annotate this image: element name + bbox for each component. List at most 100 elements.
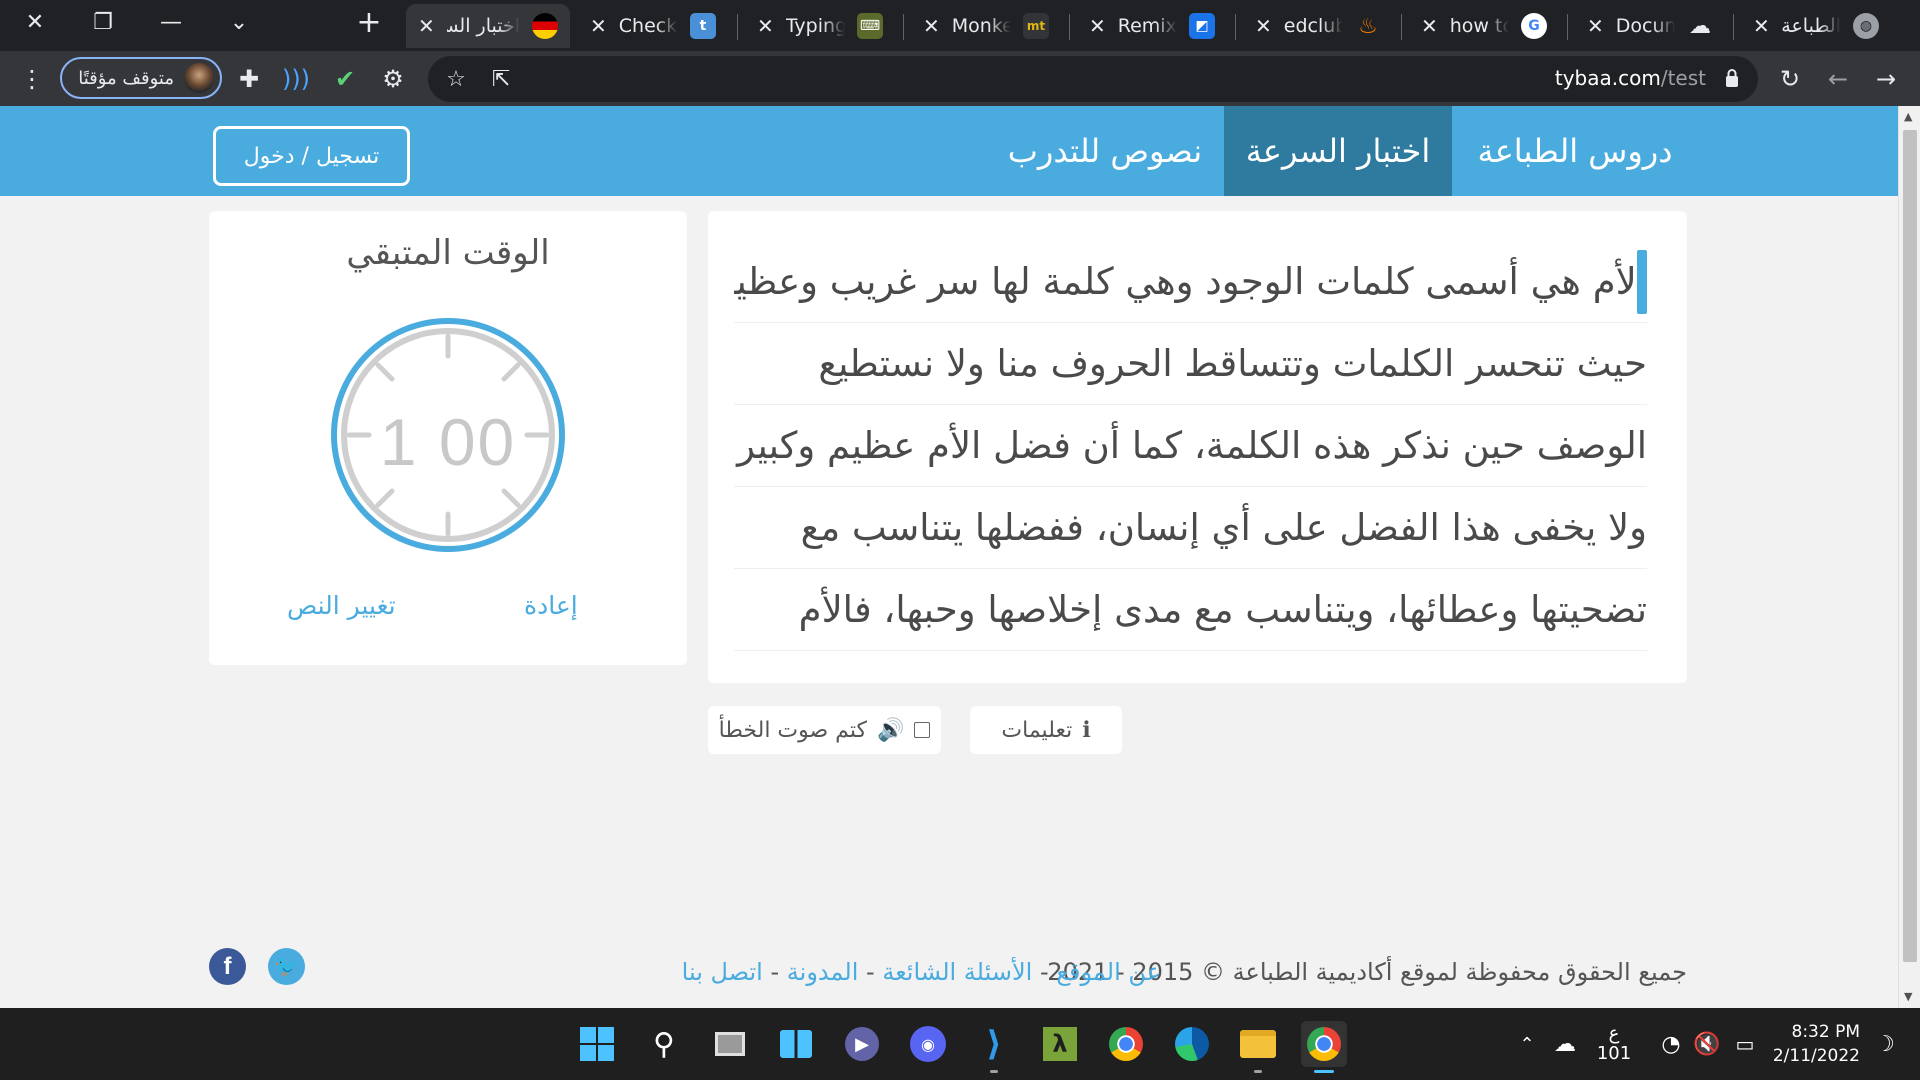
clock-time: 8:32 PM (1791, 1022, 1861, 1042)
tab-documentation[interactable]: ✕ Documen ☁ (1575, 4, 1725, 48)
google-icon: G (1521, 13, 1547, 39)
twitter-icon[interactable]: 🐦 (268, 948, 305, 985)
windows-taskbar: ⚲ ▶ ◉ ⟩ λ ⌃ ☁ ع 101 ◔ 🔇 ▭ 8:32 PM 2/11/2… (0, 1008, 1920, 1080)
address-bar[interactable]: ☆ ⇱ tybaa.com/test (428, 56, 1758, 102)
page-scrollbar[interactable]: ▲ ▼ (1898, 106, 1920, 1008)
extension-settings-button[interactable]: ⚙ (373, 59, 413, 99)
german-flag-icon (532, 13, 558, 39)
tab-typing-test[interactable]: ✕ اختبار الس (406, 4, 570, 48)
footer-link-contact[interactable]: اتصل بنا (682, 958, 763, 986)
tab-separator (1567, 14, 1568, 40)
discord-button[interactable]: ◉ (905, 1021, 951, 1067)
site-navbar: دروس الطباعة اختبار السرعة نصوص للتدرب ت… (0, 106, 1898, 196)
globe-icon: ◍ (1853, 13, 1879, 39)
restart-link[interactable]: إعادة (524, 591, 578, 620)
nav-typing-lessons[interactable]: دروس الطباعة (1452, 106, 1698, 196)
mute-label: كتم صوت الخطأ (718, 717, 867, 743)
close-icon[interactable]: ✕ (418, 14, 435, 38)
close-icon[interactable]: ✕ (1421, 14, 1438, 38)
extension-grammar-button[interactable]: ✔ (325, 59, 365, 99)
footer-link-about[interactable]: عن الموقع (1056, 958, 1161, 986)
battery-icon: ▭ (1735, 1032, 1755, 1056)
vertical-dots-icon: ⋮ (20, 65, 44, 93)
system-clock[interactable]: 8:32 PM 2/11/2022 (1770, 1020, 1860, 1068)
tab-separator (737, 14, 738, 40)
browser-menu-button[interactable]: ⋮ (12, 59, 52, 99)
lambda-icon: λ (1043, 1027, 1077, 1061)
edge-button[interactable] (1169, 1021, 1215, 1067)
mute-error-sound-toggle[interactable]: 🔊 كتم صوت الخطأ (708, 706, 941, 754)
instructions-button[interactable]: ℹ تعليمات (970, 706, 1122, 754)
edge-icon (1175, 1027, 1209, 1061)
tab-separator (1069, 14, 1070, 40)
onedrive-button[interactable]: ☁ (1548, 1008, 1582, 1080)
task-view-button[interactable] (707, 1021, 753, 1067)
extensions-button[interactable]: ✚ (229, 59, 269, 99)
close-icon[interactable]: ✕ (757, 14, 774, 38)
chrome-active-button[interactable] (1301, 1021, 1347, 1073)
tab-remix-icon[interactable]: ✕ Remix Ico ◩ (1077, 4, 1227, 48)
taskbar-search-button[interactable]: ⚲ (641, 1021, 687, 1067)
window-minimize-button[interactable]: — (146, 0, 196, 44)
login-register-button[interactable]: تسجيل / دخول (213, 126, 410, 186)
video-chat-icon: ▶ (845, 1027, 879, 1061)
typing-text-line: حيث تنحسر الكلمات وتتساقط الحروف منا ولا… (734, 323, 1647, 405)
close-icon[interactable]: ✕ (923, 14, 940, 38)
footer-link-faq[interactable]: الأسئلة الشائعة (882, 958, 1032, 986)
file-explorer-button[interactable] (1235, 1021, 1281, 1073)
teams-chat-button[interactable]: ▶ (839, 1021, 885, 1067)
footer-link-blog[interactable]: المدونة (787, 958, 859, 986)
close-icon[interactable]: ✕ (590, 14, 607, 38)
window-close-button[interactable]: ✕ (10, 0, 60, 44)
profile-button[interactable]: متوقف مؤقتًا (60, 57, 222, 99)
instructions-label: تعليمات (1001, 717, 1073, 743)
language-weather-indicator[interactable]: ع 101 (1594, 1008, 1634, 1080)
tab-check-your-speed[interactable]: ✕ Check yo t (578, 4, 728, 48)
widgets-button[interactable] (773, 1021, 819, 1067)
share-button[interactable]: ⇱ (483, 61, 519, 97)
browser-tab-strip: ✕ ❐ — ⌄ + ✕ اختبار الس ✕ Check yo t ✕ Ty… (0, 0, 1920, 51)
windows-start-button[interactable] (574, 1021, 620, 1067)
tab-search-button[interactable]: ⌄ (214, 0, 264, 44)
facebook-icon[interactable]: f (209, 948, 246, 985)
avatar (184, 63, 214, 93)
tab-monkeytype[interactable]: ✕ Monkeyt mt (911, 4, 1061, 48)
scroll-up-icon[interactable]: ▲ (1904, 110, 1912, 123)
volume-button[interactable]: 🔇 (1690, 1008, 1724, 1080)
close-icon: ✕ (25, 9, 45, 35)
wifi-button[interactable]: ◔ (1654, 1008, 1688, 1080)
close-icon[interactable]: ✕ (1587, 14, 1604, 38)
close-icon[interactable]: ✕ (1089, 14, 1106, 38)
scrollbar-thumb[interactable] (1903, 130, 1917, 962)
forward-button[interactable]: → (1866, 59, 1906, 99)
new-tab-button[interactable]: + (344, 0, 394, 44)
chrome-button[interactable] (1103, 1021, 1149, 1067)
scroll-down-icon[interactable]: ▼ (1904, 990, 1912, 1003)
close-icon[interactable]: ✕ (1753, 14, 1770, 38)
typing-text-card[interactable]: الأم هي أسمى كلمات الوجود وهي كلمة لها س… (708, 211, 1687, 683)
bookmark-star-button[interactable]: ☆ (438, 61, 474, 97)
extension-read-aloud-button[interactable]: ))) (276, 59, 316, 99)
url-text[interactable]: tybaa.com/test (1555, 66, 1706, 90)
window-restore-button[interactable]: ❐ (78, 0, 128, 44)
nav-speed-test[interactable]: اختبار السرعة (1224, 106, 1452, 196)
tab-google-search[interactable]: ✕ how to m G (1409, 4, 1559, 48)
tab-typing-academy[interactable]: ✕ الطباعة ب ◍ (1741, 4, 1891, 48)
nav-practice-texts[interactable]: نصوص للتدرب (1000, 106, 1210, 196)
back-button[interactable]: ← (1818, 59, 1858, 99)
star-icon: ☆ (446, 66, 466, 92)
tab-edclub[interactable]: ✕ edclub ♨ (1243, 4, 1393, 48)
reload-button[interactable]: ↻ (1770, 59, 1810, 99)
notifications-button[interactable]: ☽ (1868, 1008, 1902, 1080)
show-hidden-icons-button[interactable]: ⌃ (1514, 1008, 1540, 1080)
mute-checkbox[interactable] (914, 722, 931, 738)
close-icon[interactable]: ✕ (1255, 14, 1272, 38)
change-text-link[interactable]: تغيير النص (287, 591, 396, 620)
vscode-icon: ⟩ (986, 1024, 1002, 1064)
lambda-app-button[interactable]: λ (1037, 1021, 1083, 1067)
lock-icon (1726, 69, 1738, 87)
typing-text-line: تضحيتها وعطائها، ويتناسب مع مدى إخلاصها … (734, 569, 1647, 651)
battery-button[interactable]: ▭ (1728, 1008, 1762, 1080)
vscode-button[interactable]: ⟩ (971, 1021, 1017, 1073)
tab-typing-t[interactable]: ✕ Typing T ⌨ (745, 4, 895, 48)
